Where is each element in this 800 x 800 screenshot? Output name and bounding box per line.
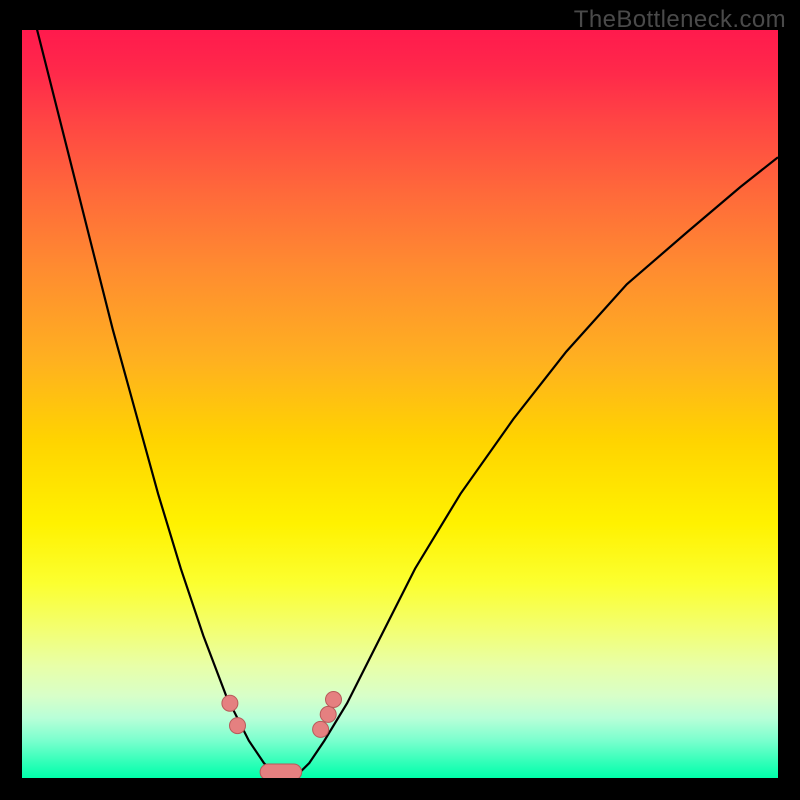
- data-point: [230, 718, 246, 734]
- plot-area: [22, 30, 778, 778]
- curve-layer: [22, 30, 778, 778]
- data-point: [222, 695, 238, 711]
- bottleneck-curve: [22, 30, 778, 778]
- data-markers: [222, 692, 342, 779]
- watermark-text: TheBottleneck.com: [574, 6, 786, 34]
- data-point: [320, 706, 336, 722]
- data-point: [326, 692, 342, 708]
- data-point: [313, 721, 329, 737]
- chart-viewport: TheBottleneck.com: [0, 0, 800, 800]
- bottom-capsule: [260, 764, 302, 778]
